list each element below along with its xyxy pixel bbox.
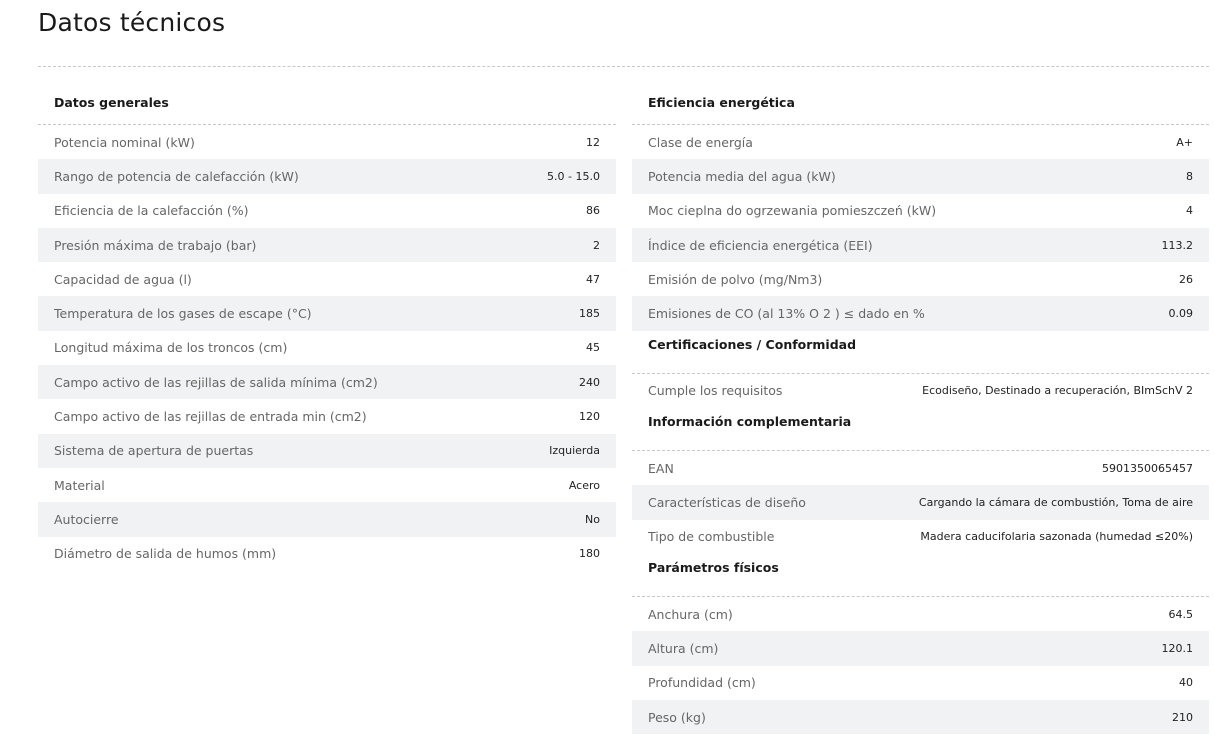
spec-row: Índice de eficiencia energética (EEI) 113… [632,227,1209,263]
spec-label: Material [54,477,105,493]
spec-value: 5.0 - 15.0 [547,169,600,183]
spec-value: 2 [593,238,600,252]
section-heading: Parámetros físicos [632,554,1209,597]
spec-row: Tipo de combustible Madera caducifolaria … [632,520,1209,554]
right-column: Eficiencia energética Clase de energía A+ P… [632,86,1209,735]
left-column: Datos generales Potencia nominal (kW) 12 Ra… [38,86,616,571]
spec-label: Campo activo de las rejillas de salida m… [54,374,378,390]
spec-label: Profundidad (cm) [648,675,756,691]
spec-value: 210 [1172,710,1193,724]
spec-value: 26 [1179,272,1193,286]
spec-label: Potencia media del agua (kW) [648,168,836,184]
spec-label: Capacidad de agua (l) [54,271,192,287]
spec-label: Temperatura de los gases de escape (°C) [54,306,312,322]
spec-section-parametros-fisicos: Parámetros físicos Anchura (cm) 64.5 Altura… [632,554,1209,735]
spec-row: Rango de potencia de calefacción (kW) 5.0… [38,159,616,194]
title-divider [38,66,1209,67]
spec-row: Material Acero [38,468,616,502]
spec-value: 180 [579,547,600,561]
spec-value: 5901350065457 [1102,461,1193,475]
section-heading: Datos generales [38,86,616,125]
section-heading: Información complementaria [632,408,1209,452]
spec-value: 120 [579,410,600,424]
spec-value: 4 [1186,204,1193,218]
spec-label: Anchura (cm) [648,606,733,622]
spec-row: Anchura (cm) 64.5 [632,597,1209,631]
spec-label: Eficiencia de la calefacción (%) [54,203,249,219]
spec-label: Cumple los requisitos [648,383,783,399]
spec-value: 47 [586,272,600,286]
spec-row: Potencia media del agua (kW) 8 [632,159,1209,194]
spec-value: 8 [1186,169,1193,183]
spec-label: Autocierre [54,511,119,527]
spec-label: Campo activo de las rejillas de entrada … [54,409,367,425]
spec-value: Cargando la cámara de combustión, Toma d… [918,496,1193,510]
spec-value: 86 [586,204,600,218]
spec-value: 40 [1179,676,1193,690]
spec-row: Emisión de polvo (mg/Nm3) 26 [632,262,1209,296]
spec-row: Campo activo de las rejillas de entrada … [38,399,616,433]
spec-value: 0.09 [1168,307,1194,321]
spec-row: Emisiones de CO (al 13% O 2 ) ≤ dado en … [632,296,1209,331]
spec-section-informacion-complementaria: Información complementaria EAN 59013500654… [632,408,1209,554]
spec-label: Rango de potencia de calefacción (kW) [54,168,299,184]
page-title: Datos técnicos [38,8,226,37]
spec-label: Tipo de combustible [648,529,775,545]
spec-row: Temperatura de los gases de escape (°C) 1… [38,296,616,331]
spec-value: 12 [586,135,600,149]
spec-row: Características de diseño Cargando la cám… [632,485,1209,520]
spec-value: Madera caducifolaria sazonada (humedad ≤… [920,530,1193,544]
section-heading: Certificaciones / Conformidad [632,331,1209,374]
spec-value: 64.5 [1168,607,1194,621]
spec-row: Altura (cm) 120.1 [632,631,1209,666]
spec-row: Capacidad de agua (l) 47 [38,262,616,296]
spec-row: Potencia nominal (kW) 12 [38,125,616,159]
spec-row: Sistema de apertura de puertas Izquierda [38,433,616,468]
spec-row: Diámetro de salida de humos (mm) 180 [38,537,616,571]
spec-value: 120.1 [1161,641,1194,655]
section-heading: Eficiencia energética [632,86,1209,125]
spec-row: Eficiencia de la calefacción (%) 86 [38,194,616,228]
spec-row: Campo activo de las rejillas de salida m… [38,365,616,400]
spec-value: Ecodiseño, Destinado a recuperación, BIm… [922,384,1193,398]
spec-value: 45 [586,341,600,355]
spec-section-eficiencia-energetica: Eficiencia energética Clase de energía A+ P… [632,86,1209,331]
spec-label: Peso (kg) [648,709,706,725]
spec-label: Presión máxima de trabajo (bar) [54,237,257,253]
spec-row: Moc cieplna do ogrzewania pomieszczeń (k… [632,194,1209,228]
spec-value: 240 [579,375,600,389]
spec-section-datos-generales: Datos generales Potencia nominal (kW) 12 Ra… [38,86,616,571]
spec-row: Autocierre No [38,502,616,537]
spec-row: EAN 5901350065457 [632,451,1209,485]
spec-label: Índice de eficiencia energética (EEI) [648,237,873,253]
spec-label: Diámetro de salida de humos (mm) [54,546,277,562]
spec-row: Clase de energía A+ [632,125,1209,159]
spec-row: Longitud máxima de los troncos (cm) 45 [38,331,616,365]
spec-label: Longitud máxima de los troncos (cm) [54,340,288,356]
spec-value: 185 [579,307,600,321]
spec-label: EAN [648,460,674,476]
spec-value: Izquierda [549,444,600,458]
spec-label: Clase de energía [648,134,753,150]
spec-value: A+ [1176,135,1193,149]
spec-row: Presión máxima de trabajo (bar) 2 [38,227,616,263]
spec-row: Cumple los requisitos Ecodiseño, Destinad… [632,374,1209,408]
spec-label: Altura (cm) [648,640,719,656]
spec-row: Profundidad (cm) 40 [632,666,1209,700]
spec-row: Peso (kg) 210 [632,699,1209,735]
spec-value: 113.2 [1161,238,1194,252]
spec-section-certificaciones-conformidad: Certificaciones / Conformidad Cumple los … [632,331,1209,408]
spec-value: Acero [568,478,600,492]
spec-label: Moc cieplna do ogrzewania pomieszczeń (k… [648,203,937,219]
spec-label: Características de diseño [648,495,806,511]
technical-data-page: Datos técnicos Datos generales Potencia n… [0,0,1215,756]
spec-label: Potencia nominal (kW) [54,134,195,150]
spec-label: Emisiones de CO (al 13% O 2 ) ≤ dado en … [648,306,925,322]
spec-label: Sistema de apertura de puertas [54,443,254,459]
spec-value: No [585,512,600,526]
spec-label: Emisión de polvo (mg/Nm3) [648,271,823,287]
